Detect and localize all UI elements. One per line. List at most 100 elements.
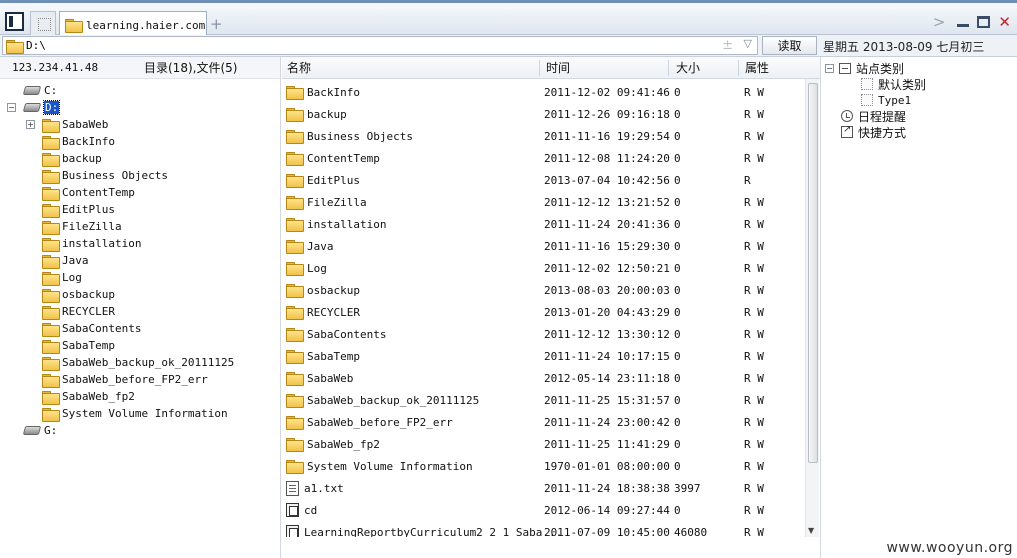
folder-label: SabaTemp xyxy=(62,339,115,352)
file-attr: R W xyxy=(744,349,764,363)
minimize-icon[interactable] xyxy=(957,23,970,27)
folder-icon xyxy=(42,237,60,252)
tree-item-folder[interactable]: SabaWeb_backup_ok_20111125 xyxy=(42,354,234,371)
file-time: 2011-11-16 19:29:54 xyxy=(544,129,670,143)
folder-icon xyxy=(286,328,304,342)
file-row[interactable]: LearningReportbyCurriculum2_2_1_Saba... 2… xyxy=(282,521,804,537)
tree-item-folder[interactable]: System Volume Information xyxy=(42,405,228,422)
file-name: SabaWeb_fp2 xyxy=(307,437,380,451)
tree-item-folder[interactable]: RECYCLER xyxy=(42,303,115,320)
file-name: Business Objects xyxy=(307,129,413,143)
file-attr: R W xyxy=(744,481,764,495)
folder-icon xyxy=(42,407,60,422)
file-row[interactable]: Business Objects 2011-11-16 19:29:54 0 R W xyxy=(282,125,804,147)
tree-item-folder[interactable]: SabaTemp xyxy=(42,337,115,354)
tree-item-folder[interactable]: SabaWeb xyxy=(42,116,108,133)
tree-item-folder[interactable]: EditPlus xyxy=(42,201,115,218)
folder-icon xyxy=(42,135,60,150)
tree-item-folder[interactable]: osbackup xyxy=(42,286,115,303)
file-row[interactable]: cd 2012-06-14 09:27:44 0 R W xyxy=(282,499,804,521)
file-row[interactable]: SabaTemp 2011-11-24 10:17:15 0 R W xyxy=(282,345,804,367)
tab-active[interactable]: learning.haier.com xyxy=(59,11,207,38)
file-row[interactable]: ContentTemp 2011-12-08 11:24:20 0 R W xyxy=(282,147,804,169)
file-row[interactable]: Log 2011-12-02 12:50:21 0 R W xyxy=(282,257,804,279)
tree-item-folder[interactable]: Log xyxy=(42,269,82,286)
file-row[interactable]: SabaContents 2011-12-12 13:30:12 0 R W xyxy=(282,323,804,345)
column-name[interactable]: 名称 xyxy=(287,59,311,76)
close-icon[interactable]: ✕ xyxy=(998,15,1011,30)
tree-item-drive-d[interactable]: D: xyxy=(22,99,61,116)
tree-item-folder[interactable]: SabaWeb_fp2 xyxy=(42,388,135,405)
scroll-down-icon[interactable]: ▼ xyxy=(808,526,814,535)
column-divider[interactable] xyxy=(668,60,669,76)
file-row[interactable]: SabaWeb 2012-05-14 23:11:18 0 R W xyxy=(282,367,804,389)
tree-item-drive-c[interactable]: C: xyxy=(22,82,57,99)
file-row[interactable]: FileZilla 2011-12-12 13:21:52 0 R W xyxy=(282,191,804,213)
tree-item-folder[interactable]: ContentTemp xyxy=(42,184,135,201)
tree-item-folder[interactable]: FileZilla xyxy=(42,218,122,235)
folder-icon xyxy=(42,322,60,337)
column-divider[interactable] xyxy=(539,60,540,76)
file-list-scrollbar[interactable]: ▼ xyxy=(805,79,819,537)
file-row[interactable]: SabaWeb_backup_ok_20111125 2011-11-25 15:… xyxy=(282,389,804,411)
sidebar-toggle-icon[interactable] xyxy=(5,12,24,31)
shortcut-icon xyxy=(841,124,853,138)
tree-header: 123.234.41.48 目录(18),文件(5) xyxy=(0,57,280,79)
add-bookmark-icon[interactable]: ± xyxy=(722,38,733,53)
file-time: 2011-11-24 10:17:15 xyxy=(544,349,670,363)
tree-item-folder[interactable]: SabaWeb_before_FP2_err xyxy=(42,371,208,388)
file-name-cell: SabaContents xyxy=(286,328,386,342)
file-time: 2011-12-08 11:24:20 xyxy=(544,151,670,165)
tab-blank[interactable] xyxy=(30,11,56,35)
site-types-node[interactable]: − 站点类别 xyxy=(825,60,904,76)
column-divider[interactable] xyxy=(738,60,739,76)
file-size: 46080 xyxy=(674,525,708,538)
file-row[interactable]: SabaWeb_before_FP2_err 2011-11-24 23:00:4… xyxy=(282,411,804,433)
file-name-cell: System Volume Information xyxy=(286,460,473,474)
file-name: SabaTemp xyxy=(307,349,360,363)
tree-item-folder[interactable]: SabaContents xyxy=(42,320,141,337)
column-size[interactable]: 大小 xyxy=(676,59,700,76)
file-row[interactable]: osbackup 2013-08-03 20:00:03 0 R W xyxy=(282,279,804,301)
tree-item-folder[interactable]: backup xyxy=(42,150,102,167)
address-field[interactable]: ± ▽ xyxy=(2,36,758,55)
tree-item-folder[interactable]: installation xyxy=(42,235,141,252)
file-row[interactable]: installation 2011-11-24 20:41:36 0 R W xyxy=(282,213,804,235)
tree-item-folder[interactable]: BackInfo xyxy=(42,133,115,150)
folder-icon xyxy=(42,254,60,269)
file-row[interactable]: SabaWeb_fp2 2011-11-25 11:41:29 0 R W xyxy=(282,433,804,455)
type1-node[interactable]: Type1 xyxy=(861,92,911,108)
read-button[interactable]: 读取 xyxy=(762,36,817,55)
file-row[interactable]: RECYCLER 2013-01-20 04:43:29 0 R W xyxy=(282,301,804,323)
file-row[interactable]: BackInfo 2011-12-02 09:41:46 0 R W xyxy=(282,81,804,103)
tree-item-folder[interactable]: Business Objects xyxy=(42,167,168,184)
shortcut-node[interactable]: 快捷方式 xyxy=(841,124,906,140)
column-time[interactable]: 时间 xyxy=(546,59,570,76)
tree-item-folder[interactable]: Java xyxy=(42,252,89,269)
default-type-node[interactable]: 默认类别 xyxy=(861,76,926,92)
address-input[interactable] xyxy=(26,39,716,52)
file-row[interactable]: a1.txt 2011-11-24 18:38:38 3997 R W xyxy=(282,477,804,499)
collapse-icon[interactable]: − xyxy=(7,103,16,112)
file-row[interactable]: EditPlus 2013-07-04 10:42:56 0 R xyxy=(282,169,804,191)
file-time: 2011-12-12 13:21:52 xyxy=(544,195,670,209)
file-name-cell: a1.txt xyxy=(286,480,344,496)
new-tab-icon[interactable]: + xyxy=(210,15,223,33)
file-name: SabaWeb_before_FP2_err xyxy=(307,415,453,429)
file-attr: R W xyxy=(744,415,764,429)
collapse-icon[interactable]: − xyxy=(825,63,834,73)
chevron-right-icon[interactable]: > xyxy=(933,13,946,31)
tree-item-drive-g[interactable]: G: xyxy=(22,422,57,439)
chevron-down-icon[interactable]: ▽ xyxy=(744,37,752,50)
file-row[interactable]: backup 2011-12-26 09:16:18 0 R W xyxy=(282,103,804,125)
file-row[interactable]: Java 2011-11-16 15:29:30 0 R W xyxy=(282,235,804,257)
column-attr[interactable]: 属性 xyxy=(745,59,769,76)
file-name: BackInfo xyxy=(307,85,360,99)
scrollbar-thumb[interactable] xyxy=(808,83,818,463)
folder-icon xyxy=(286,372,304,386)
expand-icon[interactable]: + xyxy=(26,120,35,129)
reminder-node[interactable]: 日程提醒 xyxy=(841,108,906,124)
file-name: installation xyxy=(307,217,387,231)
file-row[interactable]: System Volume Information 1970-01-01 08:0… xyxy=(282,455,804,477)
maximize-icon[interactable] xyxy=(977,16,991,28)
